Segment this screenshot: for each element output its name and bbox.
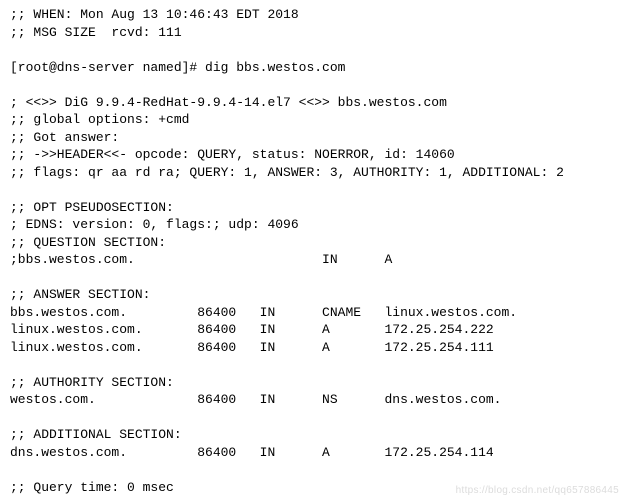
- dig-banner: ; <<>> DiG 9.9.4-RedHat-9.9.4-14.el7 <<>…: [10, 95, 447, 110]
- shell-prompt: [root@dns-server named]# dig bbs.westos.…: [10, 60, 345, 75]
- global-options: ;; global options: +cmd: [10, 112, 189, 127]
- terminal-output: ;; WHEN: Mon Aug 13 10:46:43 EDT 2018 ;;…: [0, 0, 625, 500]
- watermark-text: https://blog.csdn.net/qq657886445: [456, 485, 619, 496]
- flags-line: ;; flags: qr aa rd ra; QUERY: 1, ANSWER:…: [10, 165, 564, 180]
- answer-title: ;; ANSWER SECTION:: [10, 287, 150, 302]
- got-answer: ;; Got answer:: [10, 130, 119, 145]
- additional-row: dns.westos.com. 86400 IN A 172.25.254.11…: [10, 445, 494, 460]
- answer-row: linux.westos.com. 86400 IN A 172.25.254.…: [10, 340, 494, 355]
- when-line: ;; WHEN: Mon Aug 13 10:46:43 EDT 2018: [10, 7, 299, 22]
- question-row: ;bbs.westos.com. IN A: [10, 252, 392, 267]
- answer-row: bbs.westos.com. 86400 IN CNAME linux.wes…: [10, 305, 517, 320]
- header-line: ;; ->>HEADER<<- opcode: QUERY, status: N…: [10, 147, 455, 162]
- opt-title: ;; OPT PSEUDOSECTION:: [10, 200, 174, 215]
- authority-row: westos.com. 86400 IN NS dns.westos.com.: [10, 392, 501, 407]
- answer-row: linux.westos.com. 86400 IN A 172.25.254.…: [10, 322, 494, 337]
- question-title: ;; QUESTION SECTION:: [10, 235, 166, 250]
- msg-size-line: ;; MSG SIZE rcvd: 111: [10, 25, 182, 40]
- additional-title: ;; ADDITIONAL SECTION:: [10, 427, 182, 442]
- authority-title: ;; AUTHORITY SECTION:: [10, 375, 174, 390]
- edns-line: ; EDNS: version: 0, flags:; udp: 4096: [10, 217, 299, 232]
- query-time: ;; Query time: 0 msec: [10, 480, 174, 495]
